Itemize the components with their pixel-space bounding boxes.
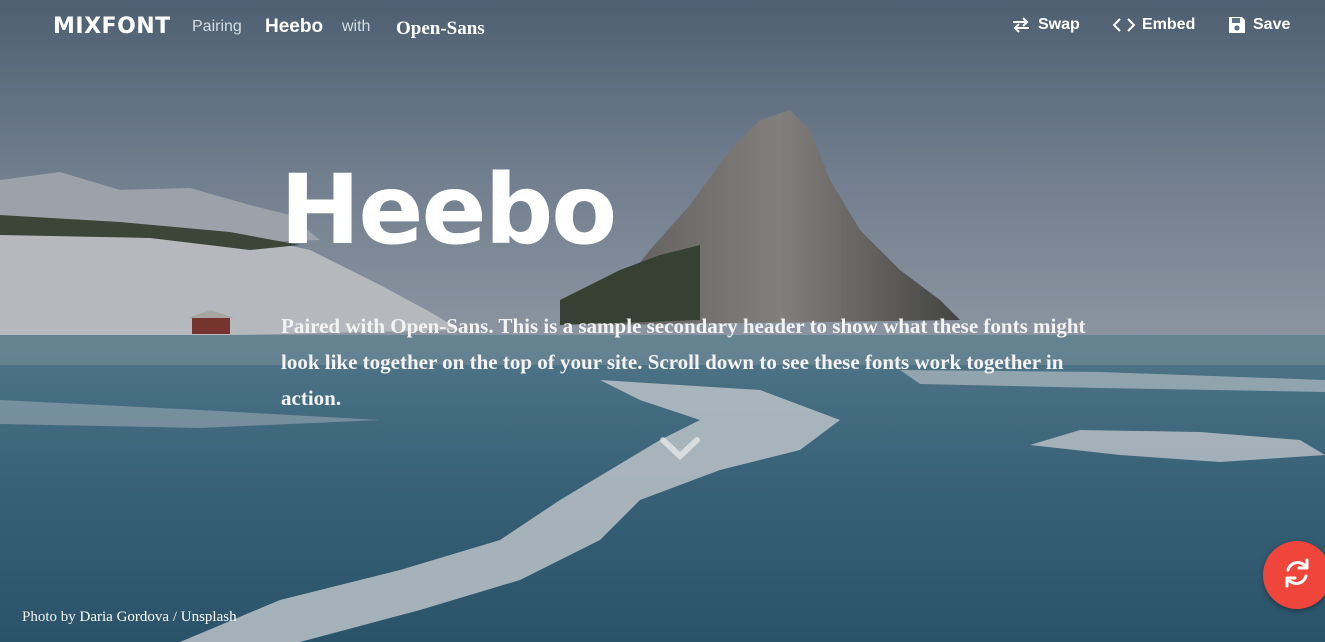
pairing-label: Pairing (192, 18, 242, 35)
chevron-down-icon[interactable] (660, 436, 700, 467)
floppy-disk-icon (1228, 16, 1246, 34)
body-font-name[interactable]: Open-Sans (396, 18, 485, 40)
refresh-button[interactable] (1263, 541, 1325, 609)
top-bar: MIXFONT Pairing Heebo with Open-Sans Swa… (0, 0, 1325, 56)
code-icon (1113, 17, 1135, 33)
credit-source-link[interactable]: Unsplash (181, 609, 237, 625)
credit-separator: / (172, 609, 177, 625)
logo[interactable]: MIXFONT (53, 14, 171, 39)
swap-icon (1011, 17, 1031, 33)
photo-credit: Photo by Daria Gordova / Unsplash (22, 609, 237, 626)
swap-button[interactable]: Swap (1011, 16, 1080, 34)
save-label: Save (1253, 16, 1291, 33)
heading-font-name[interactable]: Heebo (265, 16, 323, 38)
embed-button[interactable]: Embed (1113, 16, 1195, 34)
hero-title: Heebo (280, 154, 617, 266)
credit-author-link[interactable]: Daria Gordova (80, 609, 170, 625)
with-label: with (342, 18, 371, 35)
save-button[interactable]: Save (1228, 16, 1290, 34)
embed-label: Embed (1142, 16, 1196, 33)
swap-label: Swap (1038, 16, 1080, 33)
refresh-icon (1280, 556, 1314, 595)
hero-subtitle: Paired with Open-Sans. This is a sample … (281, 314, 1086, 410)
credit-prefix: Photo by (22, 609, 76, 625)
